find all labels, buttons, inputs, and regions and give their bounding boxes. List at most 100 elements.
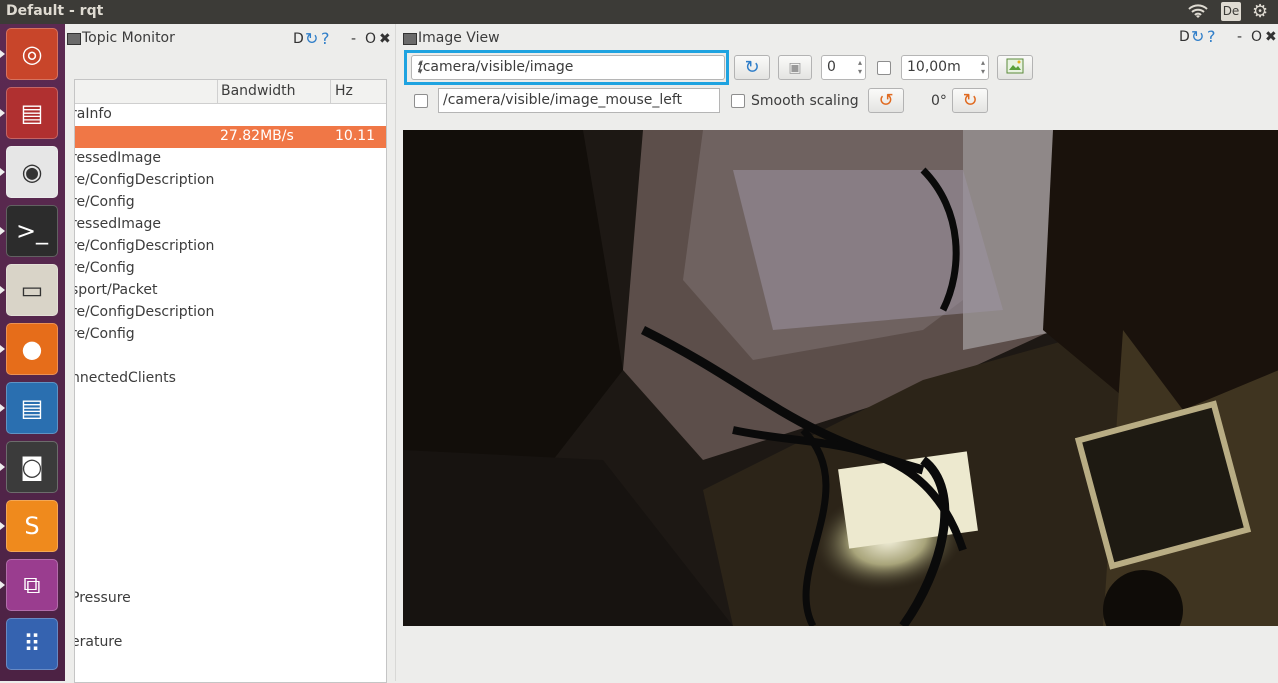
- running-indicator: [0, 522, 5, 530]
- bandwidth-column-header[interactable]: Bandwidth: [221, 83, 296, 99]
- cell-bandwidth: 27.82MB/s: [220, 128, 294, 144]
- launcher-item[interactable]: ◉: [6, 146, 58, 198]
- table-row[interactable]: 27.82MB/s 10.11: [75, 126, 386, 148]
- launcher-item[interactable]: ⧉: [6, 559, 58, 611]
- smooth-scaling-label: Smooth scaling: [751, 93, 859, 109]
- launcher-item[interactable]: ▤: [6, 382, 58, 434]
- refresh-topics-button[interactable]: ↻: [734, 55, 770, 80]
- window-title: Default - rqt: [6, 3, 104, 19]
- writer-icon: ▤: [20, 394, 44, 422]
- help-icon[interactable]: ?: [321, 29, 330, 48]
- save-image-icon: [1006, 58, 1024, 78]
- reload-icon[interactable]: ↻: [305, 29, 318, 48]
- gear-icon[interactable]: ⚙: [1252, 1, 1268, 22]
- running-indicator: [0, 168, 5, 176]
- running-indicator: [0, 227, 5, 235]
- zoom-fit-button[interactable]: ▣: [778, 55, 812, 80]
- zoom-value: 0: [827, 59, 836, 75]
- table-row[interactable]: ressedImage: [75, 214, 386, 236]
- apps-grid-icon: ⠿: [23, 630, 41, 658]
- dynamic-range-checkbox[interactable]: [877, 61, 891, 75]
- topic-monitor-titlebar[interactable]: Topic Monitor D ↻ ? - O ✖: [65, 28, 395, 50]
- ubuntu-dash-icon: ◎: [21, 40, 43, 68]
- network-icon: ⧉: [23, 571, 41, 599]
- table-row[interactable]: re/Config: [75, 258, 386, 280]
- terminal-icon: >_: [15, 217, 49, 245]
- running-indicator: [0, 109, 5, 117]
- chrome-icon: ◉: [21, 158, 43, 186]
- cell-topic: re/ConfigDescription: [74, 238, 215, 254]
- window-icon: [67, 33, 81, 45]
- dock-help-button[interactable]: D: [1179, 29, 1190, 45]
- cell-topic: raInfo: [74, 106, 112, 122]
- table-row[interactable]: ressedImage: [75, 148, 386, 170]
- close-icon[interactable]: ✖: [1265, 29, 1277, 45]
- close-icon[interactable]: ✖: [379, 31, 391, 47]
- zoom-spinbox[interactable]: 0 ▴ ▾: [821, 55, 866, 80]
- rotation-label: 0°: [931, 93, 947, 109]
- running-indicator: [0, 463, 5, 471]
- cell-topic: re/ConfigDescription: [74, 304, 215, 320]
- topic-table[interactable]: Bandwidth Hz raInfo 27.82MB/s 10.11 ressedI…: [74, 79, 387, 683]
- cell-topic: re/Config: [74, 260, 135, 276]
- table-row[interactable]: [75, 346, 386, 368]
- rotate-right-button[interactable]: ↻: [952, 88, 988, 113]
- table-row[interactable]: erature: [75, 632, 386, 654]
- launcher-item[interactable]: S: [6, 500, 58, 552]
- table-row[interactable]: sport/Packet: [75, 280, 386, 302]
- camera-frame: [403, 130, 1278, 626]
- table-row[interactable]: re/ConfigDescription: [75, 170, 386, 192]
- smooth-scaling-checkbox[interactable]: [731, 94, 745, 108]
- table-row[interactable]: re/Config: [75, 192, 386, 214]
- launcher-item[interactable]: >_: [6, 205, 58, 257]
- float-button[interactable]: O: [1251, 29, 1262, 45]
- table-row[interactable]: re/ConfigDescription: [75, 302, 386, 324]
- table-row[interactable]: nnectedClients: [75, 368, 386, 390]
- cell-topic: erature: [74, 634, 123, 650]
- mouse-topic-value: /camera/visible/image_mouse_left: [443, 92, 683, 108]
- timeout-value: 10,00m: [907, 59, 961, 75]
- timeout-spinbox[interactable]: 10,00m ▴ ▾: [901, 55, 989, 80]
- table-row[interactable]: re/Config: [75, 324, 386, 346]
- refresh-icon: ↻: [744, 57, 760, 78]
- keyboard-layout-indicator[interactable]: De: [1221, 2, 1241, 21]
- rqt-icon: ▤: [20, 99, 44, 127]
- launcher-item[interactable]: ◎: [6, 28, 58, 80]
- save-image-button[interactable]: [997, 55, 1033, 80]
- sublime-icon: S: [24, 512, 40, 540]
- wifi-icon[interactable]: [1188, 4, 1208, 24]
- mouse-topic-input[interactable]: /camera/visible/image_mouse_left: [438, 88, 720, 113]
- running-indicator: [0, 286, 5, 294]
- reload-icon[interactable]: ↻: [1191, 27, 1204, 46]
- cell-hz: 10.11: [335, 128, 376, 144]
- minimize-button[interactable]: -: [1237, 29, 1242, 45]
- launcher: ◎ ▤ ◉ >_ ▭ ● ▤ ◙ S ⧉ ⠿: [0, 24, 66, 681]
- cell-topic: re/ConfigDescription: [74, 172, 215, 188]
- files-icon: ▭: [20, 276, 44, 304]
- dock-help-button[interactable]: D: [293, 31, 304, 47]
- float-button[interactable]: O: [365, 31, 376, 47]
- rotate-left-button[interactable]: ↺: [868, 88, 904, 113]
- publish-mouse-checkbox[interactable]: [414, 94, 428, 108]
- top-panel: Default - rqt De ⚙: [0, 0, 1278, 24]
- launcher-item[interactable]: ⠿: [6, 618, 58, 670]
- running-indicator: [0, 345, 5, 353]
- table-header: Bandwidth Hz: [75, 80, 386, 104]
- camera-image[interactable]: [403, 130, 1278, 626]
- table-row[interactable]: re/ConfigDescription: [75, 236, 386, 258]
- cell-topic: re/Config: [74, 326, 135, 342]
- launcher-item[interactable]: ▤: [6, 87, 58, 139]
- hz-column-header[interactable]: Hz: [335, 83, 353, 99]
- rotate-left-icon: ↺: [878, 90, 894, 111]
- highlight-box: [404, 50, 729, 85]
- cell-topic: ressedImage: [74, 150, 161, 166]
- cell-topic: nnectedClients: [74, 370, 176, 386]
- launcher-item[interactable]: ◙: [6, 441, 58, 493]
- help-icon[interactable]: ?: [1207, 27, 1216, 46]
- minimize-button[interactable]: -: [351, 31, 356, 47]
- table-row[interactable]: Pressure: [75, 588, 386, 610]
- cell-topic: Pressure: [74, 590, 131, 606]
- launcher-item[interactable]: ▭: [6, 264, 58, 316]
- launcher-item[interactable]: ●: [6, 323, 58, 375]
- table-row[interactable]: raInfo: [75, 104, 386, 126]
